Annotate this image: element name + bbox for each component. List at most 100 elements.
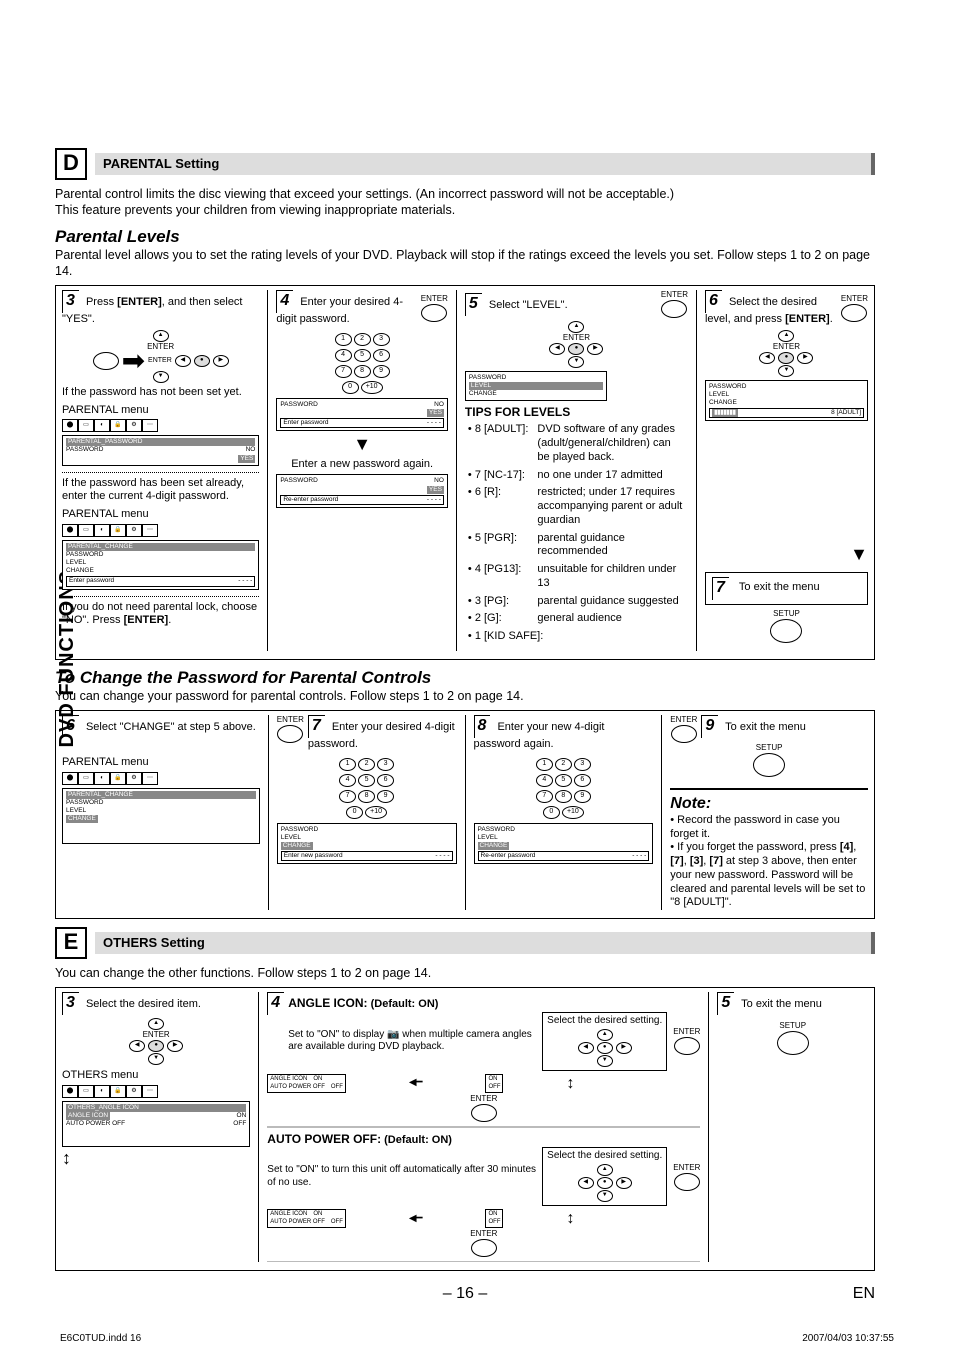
- text: [ENTER]: [124, 614, 169, 626]
- section-D-header: D PARENTAL Setting: [55, 148, 875, 180]
- osd-row: LEVEL: [281, 834, 453, 842]
- step-number: 8: [474, 715, 491, 738]
- osd-row: OFF: [331, 1219, 343, 1227]
- text: Enter your desired 4-digit password.: [276, 296, 403, 325]
- flow-change-password: 6 Select "CHANGE" at step 5 above. PAREN…: [55, 710, 875, 919]
- label: ENTER: [661, 290, 688, 300]
- text: To exit the menu: [725, 721, 806, 733]
- osd-row: - - - -: [632, 852, 646, 860]
- tip-label: • 2 [G]:: [467, 611, 535, 627]
- step-7-exit: 7 To exit the menu: [705, 572, 868, 605]
- tip-label: • 8 [ADULT]:: [467, 422, 535, 465]
- osd-panel: PASSWORD LEVEL CHANGE Re-enter password …: [474, 823, 654, 865]
- tip-label: • 4 [PG13]:: [467, 562, 535, 592]
- label: ENTER: [267, 1229, 700, 1239]
- enter-button-icon: [661, 300, 687, 318]
- arrow-updown-icon: ↕: [566, 1074, 574, 1094]
- label: ENTER: [673, 1027, 700, 1037]
- osd-tabs-icon: ⬤▭◐🔒⚙⋯: [62, 417, 259, 432]
- text: Select the desired setting.: [547, 1015, 662, 1026]
- osd-row: YES: [238, 455, 255, 463]
- osd-row: OFF: [233, 1120, 246, 1128]
- menu-label: PARENTAL menu: [62, 508, 259, 522]
- page-lang: EN: [487, 1285, 875, 1303]
- osd-row: LEVEL: [66, 807, 256, 815]
- step-number: 3: [62, 290, 79, 313]
- nav-pad-icon: ▲ ENTER ◀●▶ ▼: [62, 1018, 250, 1065]
- osd-row: Re-enter password: [481, 852, 536, 860]
- page-content: D PARENTAL Setting Parental control limi…: [55, 40, 875, 1303]
- tip-desc: DVD software of any grades (adult/genera…: [536, 422, 686, 465]
- setting-default: (Default: ON): [371, 998, 439, 1010]
- osd-row: - - - -: [427, 496, 441, 504]
- osd-row: OFF: [488, 1219, 500, 1225]
- osd-tabs-icon: ⬤▭◐🔒⚙⋯: [62, 770, 260, 785]
- tips-title: TIPS FOR LEVELS: [465, 405, 688, 420]
- osd-tabs-icon: ⬤▭◐🔒⚙⋯: [62, 1083, 250, 1098]
- osd-row: Re-enter password: [283, 496, 338, 504]
- angle-icon-setting: ANGLE ICON: (Default: ON) Set to "ON" to…: [267, 992, 700, 1126]
- text: Select "LEVEL".: [489, 299, 568, 311]
- section-title-D: PARENTAL Setting: [95, 153, 875, 175]
- footer-right: 2007/04/03 10:37:55: [802, 1333, 894, 1344]
- label: SETUP: [717, 1021, 868, 1031]
- enter-button-icon: [841, 304, 867, 322]
- section-E-intro: You can change the other functions. Foll…: [55, 965, 875, 981]
- osd-panel: PARENTAL_CHANGE PASSWORD LEVEL CHANGE En…: [62, 540, 259, 590]
- osd-row: ON: [488, 1076, 497, 1082]
- osd-panel: OTHERS_ANGLE ICON ANGLE ICONON AUTO POWE…: [62, 1101, 250, 1147]
- menu-label: PARENTAL menu: [62, 756, 260, 770]
- osd-row: Enter new password: [284, 852, 343, 860]
- nav-pad-icon: ▲ ◀●▶ ▼: [547, 1029, 662, 1067]
- nav-pad-icon: ▲ ENTER ◀●▶ ▼: [465, 321, 688, 368]
- osd-row: ON: [488, 1211, 497, 1217]
- enter-button-icon: [471, 1239, 497, 1257]
- osd-row: PASSWORD: [66, 551, 255, 559]
- text: [7]: [709, 855, 722, 867]
- note-heading: Note:: [670, 794, 868, 814]
- osd-row: PASSWORD: [709, 383, 864, 391]
- label: ENTER: [62, 1031, 250, 1039]
- osd-row: CHANGE: [478, 842, 510, 850]
- text: If you do not need parental lock, choose…: [62, 601, 259, 629]
- step-number: 5: [465, 293, 482, 316]
- setting-body: Set to "ON" to display 📷 when multiple c…: [288, 1029, 536, 1054]
- label: ENTER: [62, 343, 259, 351]
- tip-label: • 5 [PGR]:: [467, 531, 535, 561]
- enter-button-icon: [421, 304, 447, 322]
- osd-row: YES: [427, 486, 444, 494]
- text: [4]: [840, 841, 853, 853]
- setup-button-icon: [753, 753, 785, 777]
- divider: [62, 472, 259, 473]
- osd-row: OFF: [331, 1084, 343, 1092]
- note-box: Note: • Record the password in case you …: [670, 788, 868, 910]
- note-bullet: • Record the password in case you forget…: [670, 814, 868, 842]
- tips-for-levels: TIPS FOR LEVELS • 8 [ADULT]:DVD software…: [465, 405, 688, 651]
- osd-row: ANGLE ICON: [270, 1076, 307, 1084]
- step-number: 7: [308, 715, 325, 738]
- text: If the password has been set already, en…: [62, 477, 259, 505]
- change-password-heading: To Change the Password for Parental Cont…: [55, 668, 875, 688]
- tip-label: • 6 [R]:: [467, 485, 535, 528]
- osd-row: - - - -: [427, 419, 441, 427]
- select-setting-box: Select the desired setting. ▲ ◀●▶ ▼: [542, 1147, 667, 1206]
- osd-row: NO: [434, 477, 444, 485]
- step-number: 7: [712, 577, 729, 600]
- text: [7]: [670, 855, 683, 867]
- step-number: 6: [705, 290, 722, 313]
- enter-button-icon: [277, 725, 303, 743]
- osd-row: PASSWORD: [469, 374, 603, 382]
- setup-button-icon: [770, 619, 802, 643]
- step-3: 3 Press [ENTER], and then select "YES". …: [62, 290, 259, 651]
- enter-button-icon: [471, 1104, 497, 1122]
- osd-row: - - - -: [435, 852, 449, 860]
- osd-row: YES: [427, 409, 444, 417]
- arrow-down-icon: ▼: [705, 543, 868, 566]
- arrow-updown-icon: ↕: [566, 1209, 574, 1229]
- tip-label: • 3 [PG]:: [467, 594, 535, 610]
- change-password-intro: You can change your password for parenta…: [55, 688, 875, 704]
- tip-desc: unsuitable for children under 13: [536, 562, 686, 592]
- osd-head: PARENTAL_CHANGE: [66, 543, 255, 551]
- osd-panel: PASSWORD NO YES Re-enter password - - - …: [276, 474, 448, 507]
- section-E-header: E OTHERS Setting: [55, 927, 875, 959]
